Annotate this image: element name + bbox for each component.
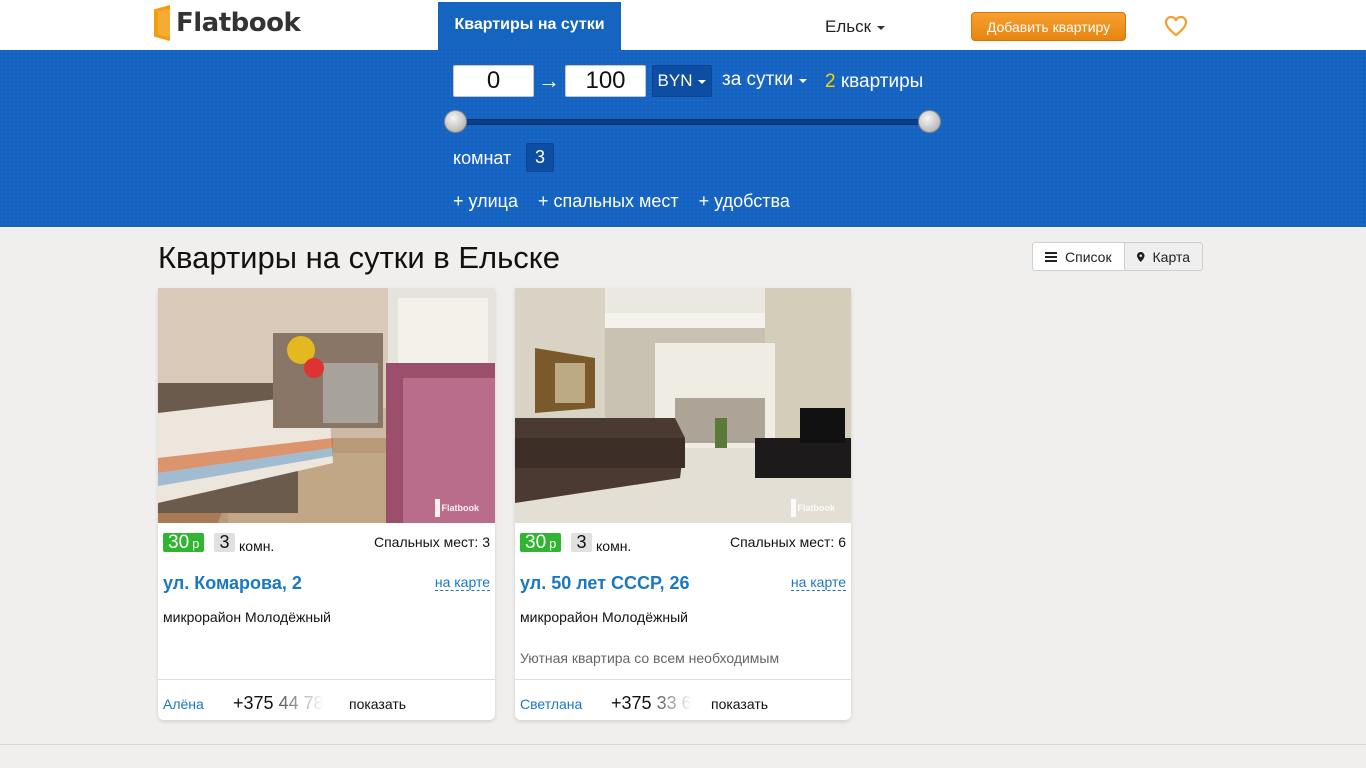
price-slider-track[interactable] — [456, 119, 931, 125]
price-slider-min-handle[interactable] — [444, 110, 467, 133]
filter-panel: 0 → 100 BYN за сутки 2 квартиры комнат 3… — [0, 50, 1366, 227]
price-to-input[interactable]: 100 — [565, 65, 646, 97]
price-currency: р — [549, 536, 557, 551]
phone-hidden-part: 33 6 — [656, 693, 692, 713]
show-phone-button[interactable]: показать — [711, 696, 768, 712]
chevron-down-icon — [799, 79, 808, 83]
rooms-suffix: комн. — [239, 538, 275, 554]
price-badge: 30 р — [163, 532, 205, 553]
photo-watermark: Flatbook — [434, 499, 480, 517]
results-count-label: квартиры — [840, 71, 924, 92]
period-dropdown[interactable]: за сутки — [722, 69, 808, 91]
phone-prefix: +375 — [233, 693, 274, 713]
results-count: 2 квартиры — [825, 71, 923, 93]
owner-name-link[interactable]: Алёна — [163, 696, 204, 712]
listing-card[interactable]: Flatbook 30 р 3 комн. Спальных мест: 6 ул… — [515, 288, 851, 720]
listing-photo[interactable]: Flatbook — [515, 288, 851, 523]
view-toggle: Список Карта — [1032, 242, 1203, 271]
period-label: за сутки — [722, 69, 794, 90]
price-from-input[interactable]: 0 — [453, 65, 534, 97]
listing-address-link[interactable]: ул. 50 лет СССР, 26 — [520, 573, 690, 594]
price-value: 30 — [168, 532, 190, 553]
currency-label: BYN — [657, 71, 693, 90]
footer-divider — [0, 744, 1366, 745]
sleeping-places: Спальных мест: 3 — [373, 534, 490, 550]
rooms-count-badge: 3 — [571, 533, 592, 552]
price-currency: р — [192, 536, 200, 551]
owner-phone: +375 44 78 — [233, 693, 324, 714]
chevron-down-icon — [877, 26, 886, 30]
heart-icon[interactable] — [1164, 15, 1188, 37]
logo-text: Flatbook — [176, 8, 301, 38]
map-view-button[interactable]: Карта — [1125, 242, 1203, 271]
sleeping-places: Спальных мест: 6 — [729, 534, 846, 550]
listing-photo[interactable]: Flatbook — [158, 288, 495, 523]
extra-filters: + улица + спальных мест + удобства — [453, 191, 790, 212]
map-view-label: Карта — [1152, 248, 1190, 265]
results-count-number: 2 — [825, 71, 836, 92]
filter-street-link[interactable]: + улица — [453, 191, 518, 212]
card-divider — [158, 679, 495, 680]
logo-door-icon — [154, 5, 172, 41]
listing-description: Уютная квартира со всем необходимым — [520, 650, 780, 666]
price-badge: 30 р — [520, 532, 562, 553]
photo-watermark: Flatbook — [790, 499, 836, 517]
listing-district: микрорайон Молодёжный — [520, 609, 688, 625]
map-pin-icon — [1137, 251, 1145, 262]
filter-sleeping-places-link[interactable]: + спальных мест — [538, 191, 679, 212]
phone-prefix: +375 — [611, 693, 652, 713]
listing-address-link[interactable]: ул. Комарова, 2 — [163, 573, 302, 594]
filter-amenities-link[interactable]: + удобства — [699, 191, 790, 212]
list-icon — [1045, 251, 1057, 262]
listing-district: микрорайон Молодёжный — [163, 609, 331, 625]
nav-tab-daily-rent[interactable]: Квартиры на сутки — [438, 2, 621, 50]
show-on-map-link[interactable]: на карте — [790, 574, 846, 591]
watermark-text: Flatbook — [441, 503, 480, 513]
rooms-count-badge: 3 — [214, 533, 235, 552]
watermark-text: Flatbook — [797, 503, 836, 513]
card-divider — [515, 679, 851, 680]
price-slider-max-handle[interactable] — [918, 110, 941, 133]
city-label: Ельск — [825, 17, 872, 36]
rooms-label: комнат — [453, 148, 512, 168]
city-selector[interactable]: Ельск — [825, 17, 886, 37]
rooms-suffix: комн. — [596, 538, 632, 554]
owner-name-link[interactable]: Светлана — [520, 696, 582, 712]
owner-phone: +375 33 6 — [611, 693, 692, 714]
show-phone-button[interactable]: показать — [349, 696, 406, 712]
chevron-down-icon — [698, 80, 707, 84]
range-arrow: → — [538, 68, 560, 93]
top-header: Flatbook Квартиры на сутки Ельск Добавит… — [0, 0, 1366, 50]
phone-hidden-part: 44 78 — [278, 693, 324, 713]
currency-dropdown[interactable]: BYN — [652, 65, 712, 97]
listing-card[interactable]: Flatbook 30 р 3 комн. Спальных мест: 3 ул… — [158, 288, 495, 720]
page-title: Квартиры на сутки в Ельске — [158, 240, 560, 275]
list-view-label: Список — [1065, 248, 1112, 265]
price-value: 30 — [525, 532, 547, 553]
add-apartment-button[interactable]: Добавить квартиру — [971, 12, 1126, 41]
rooms-selector[interactable]: 3 — [526, 143, 554, 172]
site-logo[interactable]: Flatbook — [154, 4, 301, 42]
show-on-map-link[interactable]: на карте — [434, 574, 490, 591]
list-view-button[interactable]: Список — [1032, 242, 1125, 271]
